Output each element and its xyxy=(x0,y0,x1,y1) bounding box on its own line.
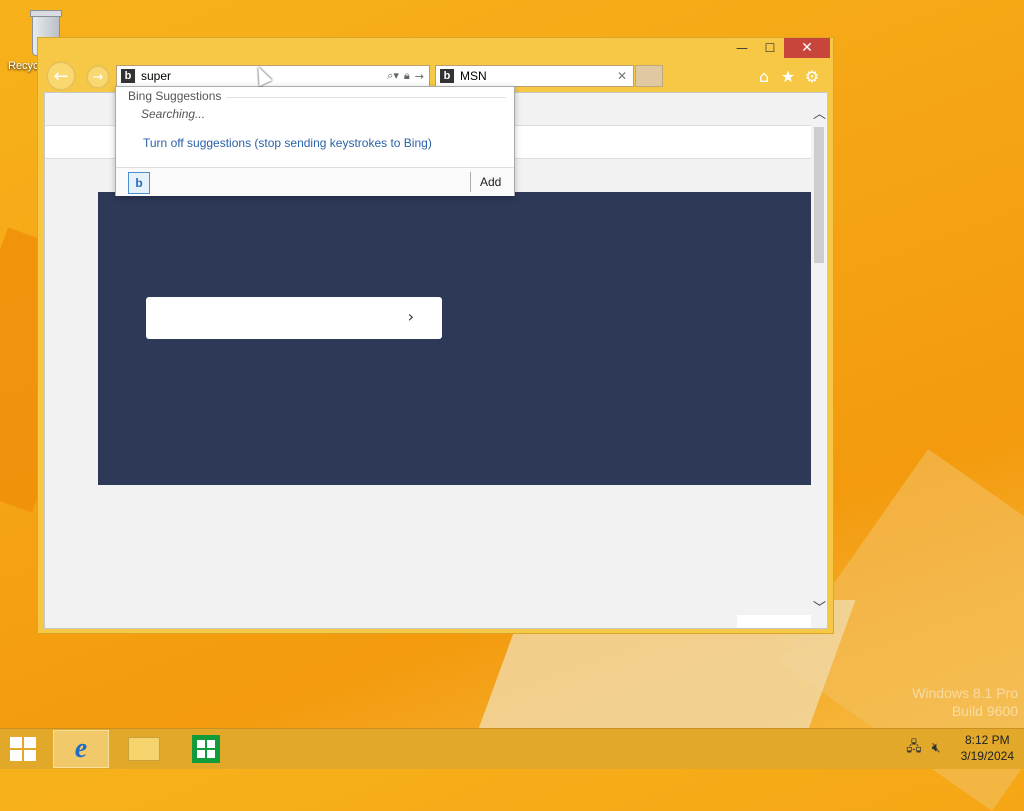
close-icon[interactable]: ✕ xyxy=(617,69,627,83)
search-icon[interactable]: ⌕▾ xyxy=(387,69,399,83)
back-arrow-icon: ← xyxy=(53,65,69,87)
clock[interactable]: 8:12 PM 3/19/2024 xyxy=(961,732,1014,764)
bing-suggestions-dropdown: Bing Suggestions Searching... Turn off s… xyxy=(115,86,515,196)
suggestions-footer: b Add xyxy=(116,167,514,196)
network-icon[interactable]: 🖧︎ xyxy=(906,736,922,760)
turn-off-suggestions-link[interactable]: Turn off suggestions (stop sending keyst… xyxy=(143,136,432,150)
file-explorer-icon xyxy=(128,737,160,761)
clock-time: 8:12 PM xyxy=(964,733,1010,747)
tab-title: MSN xyxy=(460,69,487,83)
new-tab-button[interactable] xyxy=(635,65,663,87)
store-icon xyxy=(192,735,220,763)
close-window-button[interactable]: ✕ xyxy=(784,38,830,58)
bing-icon: b xyxy=(121,69,135,83)
watermark-edition: Windows 8.1 Pro xyxy=(912,685,1018,701)
internet-explorer-icon: e xyxy=(74,733,88,764)
taskbar-file-explorer[interactable] xyxy=(116,730,172,768)
browser-toolbar: ⌂ ★ ⚙ xyxy=(755,67,821,86)
forward-button[interactable]: → xyxy=(86,65,110,89)
scroll-down-icon[interactable]: ﹀ xyxy=(813,597,826,616)
suggestions-header: Bing Suggestions xyxy=(128,89,222,103)
address-bar[interactable]: b super ⌕▾ 🔒︎ → xyxy=(116,65,430,87)
taskbar-store[interactable] xyxy=(178,730,234,768)
maximize-button[interactable]: ☐ xyxy=(756,38,784,58)
page-search-box[interactable]: › xyxy=(146,297,442,339)
home-icon[interactable]: ⌂ xyxy=(755,67,773,86)
favorites-star-icon[interactable]: ★ xyxy=(779,67,797,86)
minimize-button[interactable]: — xyxy=(728,38,756,58)
page-footer-block xyxy=(737,615,811,628)
suggestions-status: Searching... xyxy=(141,107,206,121)
watermark-build: Build 9600 xyxy=(951,703,1018,719)
system-tray: 🖧︎ 🔇︎ 8:12 PM 3/19/2024 xyxy=(906,732,1014,764)
vertical-scrollbar[interactable]: ︿ ﹀ xyxy=(811,93,827,628)
scrollbar-thumb[interactable] xyxy=(814,127,824,263)
bing-icon[interactable]: b xyxy=(128,172,150,194)
back-button[interactable]: ← xyxy=(46,61,76,91)
forward-arrow-icon: → xyxy=(92,69,104,85)
settings-gear-icon[interactable]: ⚙ xyxy=(803,67,821,86)
windows-watermark: Windows 8.1 Pro Build 9600 xyxy=(912,684,1018,720)
taskbar: e 🖧︎ 🔇︎ 8:12 PM 3/19/2024 xyxy=(0,728,1024,769)
bing-icon: b xyxy=(440,69,454,83)
tab-msn[interactable]: b MSN ✕ xyxy=(435,65,634,87)
window-controls: — ☐ ✕ xyxy=(728,38,830,58)
chevron-right-icon[interactable]: › xyxy=(408,307,414,326)
lock-icon: 🔒︎ xyxy=(403,69,410,82)
divider xyxy=(470,172,471,192)
clock-date: 3/19/2024 xyxy=(960,749,1014,763)
divider xyxy=(226,97,506,98)
windows-start-icon[interactable] xyxy=(10,737,38,761)
hero-banner: › xyxy=(98,192,812,485)
taskbar-internet-explorer[interactable]: e xyxy=(53,730,109,768)
go-arrow-icon[interactable]: → xyxy=(415,70,424,83)
add-button[interactable]: Add xyxy=(480,175,501,189)
volume-muted-icon[interactable]: 🔇︎ xyxy=(932,740,941,756)
scroll-up-icon[interactable]: ︿ xyxy=(813,103,826,122)
recycle-bin-label: Recyc xyxy=(8,60,39,72)
